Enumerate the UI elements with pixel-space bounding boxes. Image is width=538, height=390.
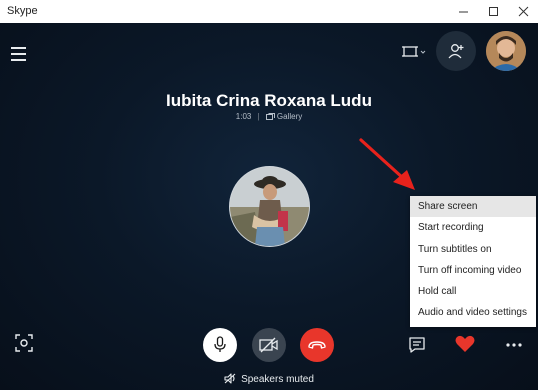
- caller-avatar: [229, 166, 310, 247]
- more-options-button[interactable]: [502, 333, 526, 357]
- menu-item-start-recording[interactable]: Start recording: [410, 217, 536, 238]
- self-avatar-photo: [486, 31, 526, 71]
- call-options-menu: Share screen Start recording Turn subtit…: [410, 196, 536, 327]
- annotation-arrow: [359, 138, 415, 190]
- menu-item-hold-call[interactable]: Hold call: [410, 281, 536, 302]
- menu-item-share-screen[interactable]: Share screen: [410, 196, 536, 218]
- scan-icon: [15, 334, 33, 352]
- window-titlebar: Skype: [0, 0, 538, 23]
- call-duration: 1:03: [235, 112, 252, 121]
- maximize-icon: [489, 7, 498, 16]
- gallery-view-toggle[interactable]: Gallery: [265, 112, 303, 121]
- status-text: Speakers muted: [241, 374, 314, 385]
- hamburger-icon: [11, 47, 26, 49]
- self-avatar[interactable]: [486, 31, 526, 71]
- chat-icon: [409, 337, 425, 353]
- end-call-button[interactable]: [300, 328, 334, 362]
- menu-item-av-settings[interactable]: Audio and video settings: [410, 302, 536, 323]
- call-status: Speakers muted: [0, 373, 538, 385]
- close-button[interactable]: [508, 0, 538, 23]
- chat-button[interactable]: [405, 333, 429, 357]
- menu-button[interactable]: [11, 47, 29, 61]
- layout-switch-button[interactable]: [400, 43, 428, 63]
- snapshot-button[interactable]: [12, 331, 36, 355]
- speaker-muted-icon: [224, 373, 236, 384]
- gallery-label: Gallery: [276, 112, 303, 121]
- video-off-icon: [259, 337, 278, 353]
- window-title: Skype: [7, 5, 38, 17]
- call-stage: Iubita Crina Roxana Ludu 1:03 | Gallery: [0, 23, 538, 390]
- add-participant-button[interactable]: [436, 31, 476, 71]
- add-person-icon: [448, 44, 464, 59]
- more-dots-icon: [506, 343, 522, 347]
- gallery-icon: [265, 113, 275, 120]
- meta-separator: |: [257, 112, 260, 121]
- minimize-button[interactable]: [448, 0, 478, 23]
- hang-up-icon: [308, 341, 326, 349]
- maximize-button[interactable]: [478, 0, 508, 23]
- heart-icon: [455, 335, 475, 352]
- reaction-button[interactable]: [452, 331, 478, 357]
- microphone-icon: [214, 336, 226, 352]
- caller-name: Iubita Crina Roxana Ludu: [166, 91, 372, 110]
- caller-avatar-photo: [230, 167, 309, 246]
- minimize-icon: [459, 11, 468, 13]
- microphone-button[interactable]: [203, 328, 237, 362]
- menu-item-incoming-video[interactable]: Turn off incoming video: [410, 260, 536, 281]
- layout-switch-icon: [402, 46, 426, 57]
- close-icon: [518, 6, 529, 17]
- video-button[interactable]: [252, 328, 286, 362]
- menu-item-subtitles[interactable]: Turn subtitles on: [410, 239, 536, 260]
- call-meta: 1:03 | Gallery: [0, 112, 538, 121]
